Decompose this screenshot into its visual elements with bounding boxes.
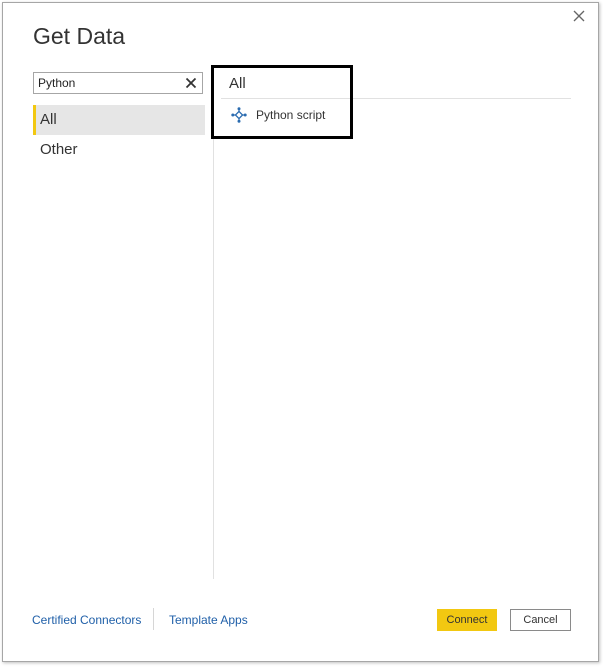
search-input[interactable] — [38, 73, 178, 93]
vertical-divider — [213, 69, 214, 579]
certified-connectors-link[interactable]: Certified Connectors — [32, 613, 141, 627]
connector-item-python-script[interactable]: Python script — [231, 105, 325, 125]
category-item-all[interactable]: All — [33, 105, 205, 135]
header-divider — [221, 98, 571, 99]
search-box[interactable] — [33, 72, 203, 94]
connector-label: Python script — [256, 108, 326, 122]
dialog-title: Get Data — [33, 23, 126, 49]
footer-separator — [153, 608, 154, 630]
python-script-icon — [231, 107, 247, 123]
cancel-button[interactable]: Cancel — [510, 609, 571, 631]
category-item-other[interactable]: Other — [33, 135, 205, 165]
get-data-dialog: Get Data All Other All Python script Cer… — [2, 2, 599, 662]
template-apps-link[interactable]: Template Apps — [169, 613, 248, 627]
clear-icon[interactable] — [184, 76, 198, 90]
connect-button[interactable]: Connect — [437, 609, 497, 631]
close-icon[interactable] — [570, 7, 588, 25]
category-list: All Other — [33, 105, 205, 165]
results-header: All — [229, 75, 246, 92]
